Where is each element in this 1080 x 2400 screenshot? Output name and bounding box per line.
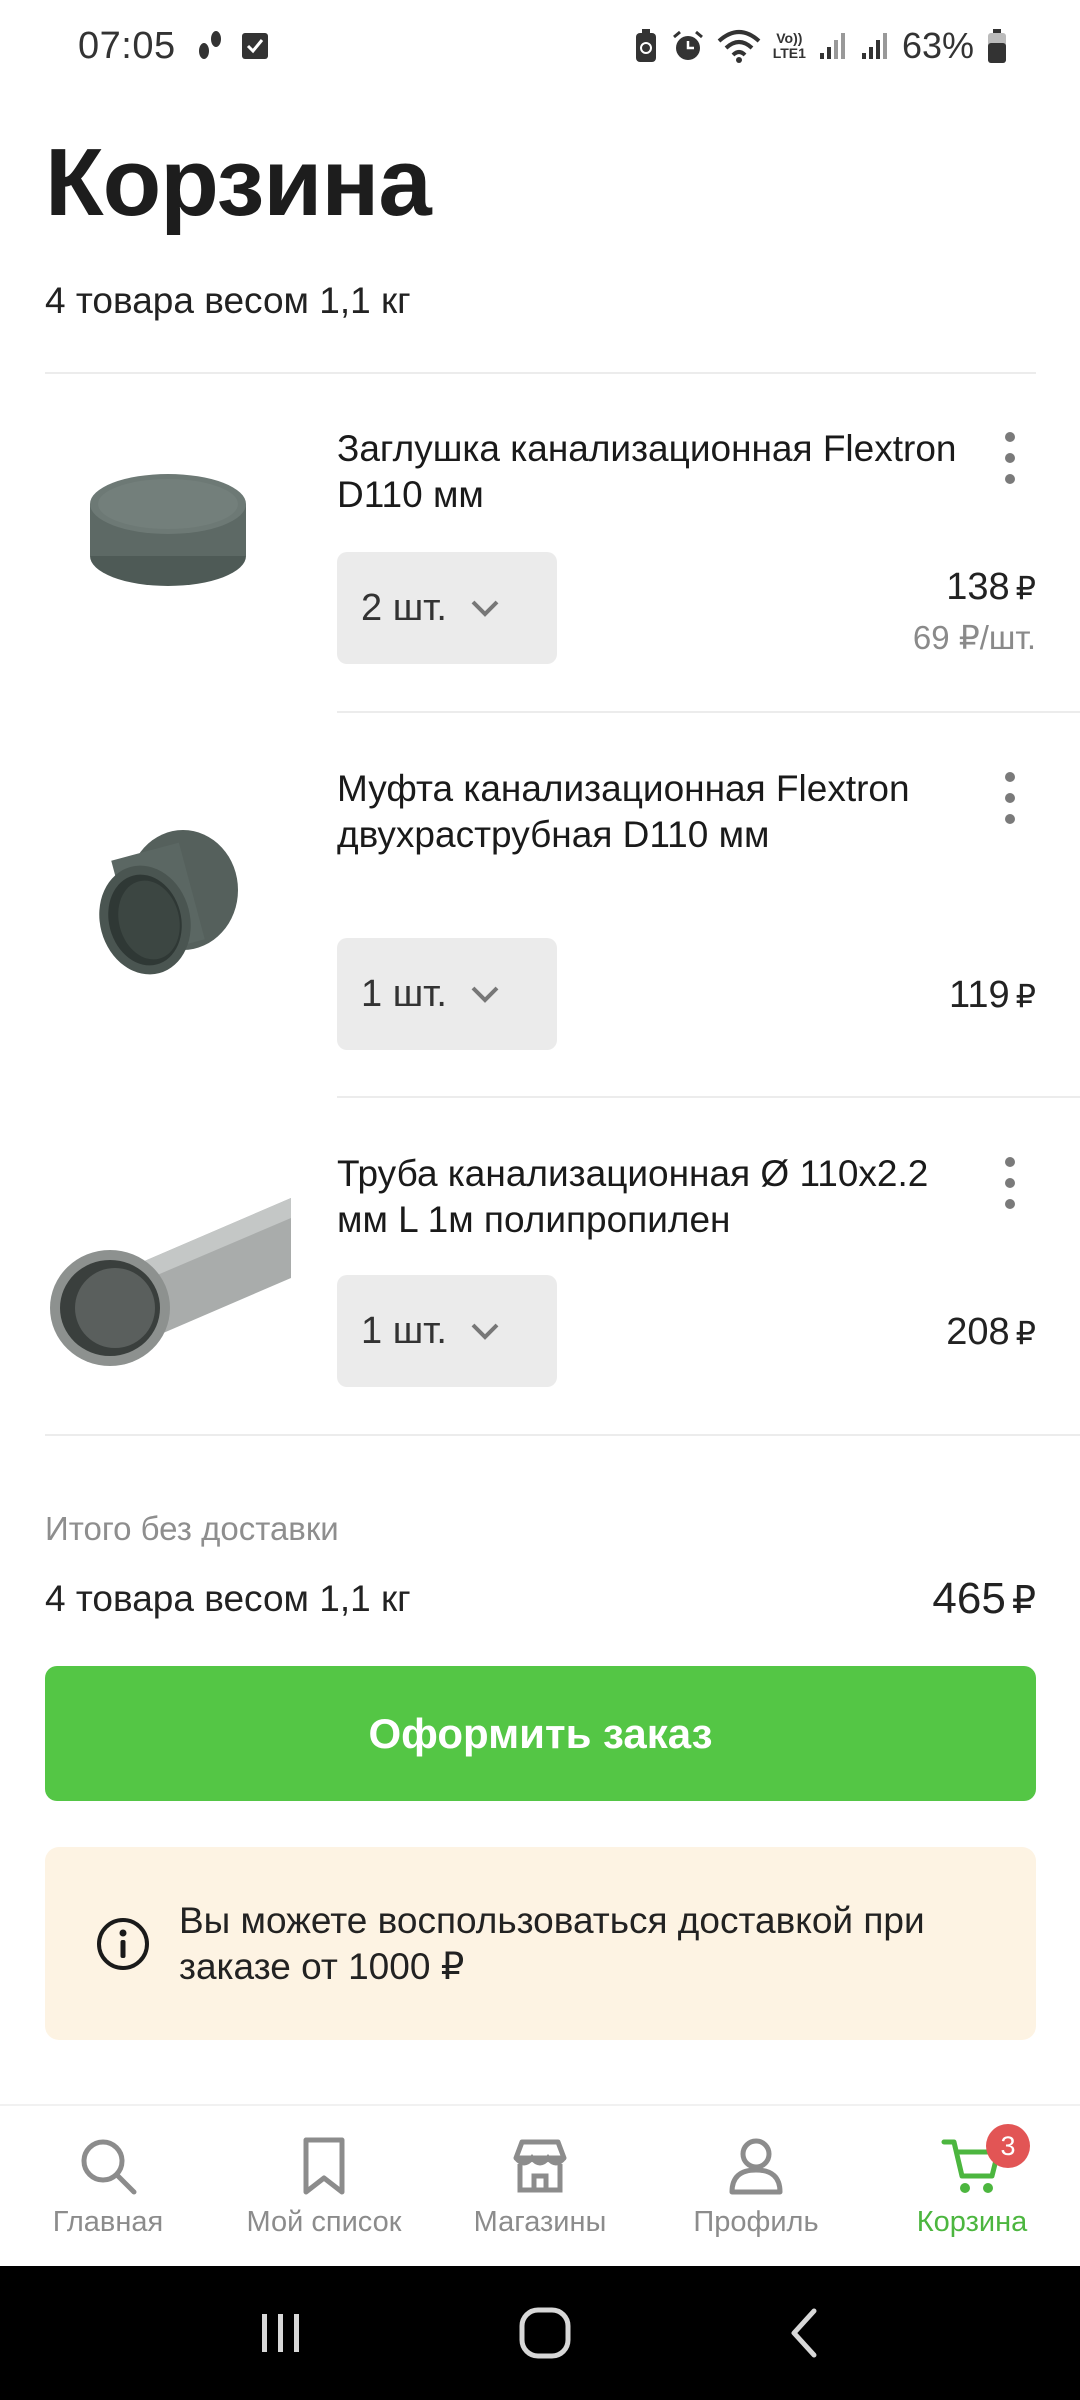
chevron-down-icon — [471, 1323, 499, 1340]
status-left-icons — [196, 29, 270, 63]
nav-label: Профиль — [693, 2206, 819, 2238]
total-price: 465 ₽ — [932, 1574, 1036, 1623]
chevron-down-icon — [471, 986, 499, 1003]
search-icon — [81, 2139, 137, 2195]
total-summary: 4 товара весом 1,1 кг — [45, 1578, 411, 1619]
battery-percent: 63% — [901, 25, 974, 66]
delivery-info-text: Вы можете воспользоваться доставкой при … — [179, 1899, 925, 1987]
cart-item: Труба канализационная Ø 110x2.2 мм L 1м … — [0, 1097, 1080, 1435]
nav-item-profile[interactable]: Профиль — [648, 2106, 864, 2266]
status-bar: 07:05 Vo)) LTE1 63% — [0, 0, 1080, 92]
product-name[interactable]: Труба канализационная Ø 110x2.2 мм L 1м … — [337, 1151, 957, 1243]
bookmark-icon — [303, 2137, 345, 2195]
divider — [45, 1434, 1080, 1436]
chevron-down-icon — [471, 600, 499, 617]
checkbox-icon — [241, 33, 268, 59]
nav-label: Корзина — [916, 2206, 1028, 2238]
alarm-icon — [672, 30, 703, 60]
back-icon[interactable] — [784, 2305, 824, 2361]
recycle-battery-icon — [635, 29, 656, 62]
nav-item-home[interactable]: Главная — [0, 2106, 216, 2266]
battery-icon — [988, 29, 1006, 63]
more-options-icon[interactable] — [990, 428, 1030, 488]
more-options-icon[interactable] — [990, 768, 1030, 828]
quantity-select[interactable]: 1 шт. — [337, 1275, 557, 1387]
quantity-value: 2 шт. — [361, 586, 447, 629]
nav-item-stores[interactable]: Магазины — [432, 2106, 648, 2266]
quantity-value: 1 шт. — [361, 1309, 447, 1352]
quantity-select[interactable]: 2 шт. — [337, 552, 557, 664]
signal-icon — [861, 33, 887, 59]
checkout-button[interactable]: Оформить заказ — [45, 1666, 1036, 1801]
nav-item-cart[interactable]: 3 Корзина — [864, 2106, 1080, 2266]
volte-lte1-icon: Vo)) LTE1 — [772, 30, 806, 61]
product-image[interactable] — [45, 408, 291, 654]
cart-count-badge: 3 — [986, 2124, 1030, 2168]
more-options-icon[interactable] — [990, 1153, 1030, 1213]
delivery-info-banner: Вы можете воспользоваться доставкой при … — [45, 1847, 1036, 2040]
nav-label: Мой список — [246, 2206, 402, 2238]
status-time: 07:05 — [78, 24, 176, 67]
cart-item: Заглушка канализационная Flextron D110 м… — [0, 372, 1080, 712]
total-caption: Итого без доставки — [45, 1510, 339, 1547]
signal-icon — [819, 33, 845, 59]
product-name[interactable]: Заглушка канализационная Flextron D110 м… — [337, 426, 957, 518]
status-right-icons: Vo)) LTE1 63% — [633, 25, 1008, 67]
page-title: Корзина — [45, 129, 432, 236]
user-icon — [729, 2138, 783, 2195]
steps-icon — [198, 31, 221, 59]
pipe-cap-image — [90, 474, 246, 586]
system-navigation-bar — [0, 2266, 1080, 2400]
product-image[interactable] — [45, 782, 291, 1028]
nav-item-my-list[interactable]: Мой список — [216, 2106, 432, 2266]
home-icon[interactable] — [517, 2305, 573, 2361]
info-icon — [97, 1917, 149, 1970]
nav-label: Главная — [52, 2206, 164, 2238]
pipe-coupling-image — [99, 830, 238, 975]
page-subtitle: 4 товара весом 1,1 кг — [45, 280, 411, 321]
product-name[interactable]: Муфта канализационная Flextron двухрастр… — [337, 766, 957, 858]
wifi-icon — [717, 30, 761, 63]
item-unit-price: 69 ₽/шт. — [912, 619, 1036, 656]
nav-label: Магазины — [473, 2206, 607, 2238]
recent-apps-icon[interactable] — [256, 2308, 306, 2358]
store-icon — [513, 2139, 567, 2193]
pipe-image — [50, 1198, 291, 1366]
quantity-select[interactable]: 1 шт. — [337, 938, 557, 1050]
item-price: 208 ₽ — [946, 1311, 1036, 1353]
product-image[interactable] — [45, 1145, 291, 1391]
bottom-navigation: Главная Мой список Магазины Профиль 3 Ко… — [0, 2104, 1080, 2266]
item-price: 119 ₽ — [949, 974, 1036, 1016]
item-price: 138 ₽ — [946, 566, 1036, 608]
quantity-value: 1 шт. — [361, 972, 447, 1015]
cart-item: Муфта канализационная Flextron двухрастр… — [0, 712, 1080, 1097]
